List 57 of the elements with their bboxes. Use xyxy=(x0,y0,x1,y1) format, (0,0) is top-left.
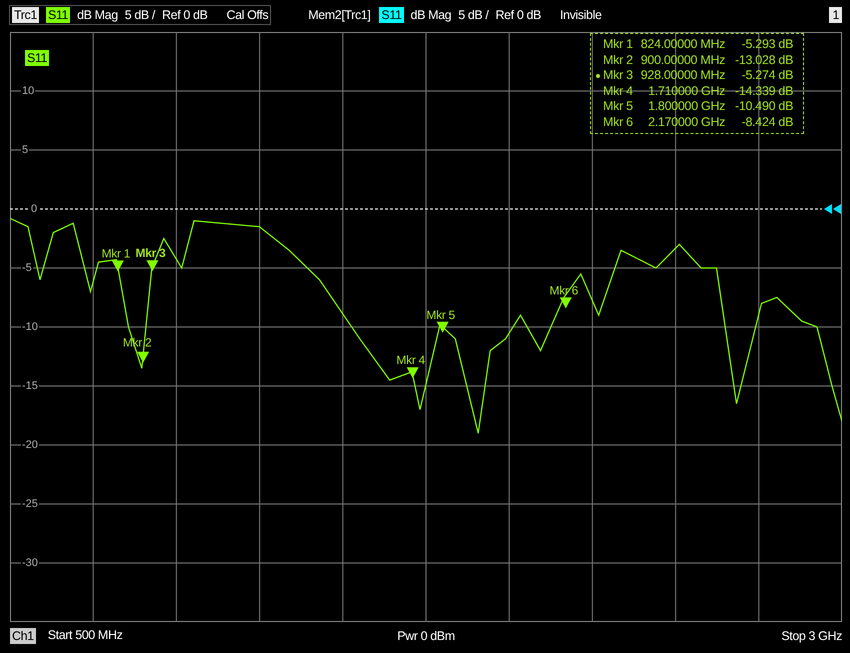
marker-response: -13.028 dB xyxy=(734,52,794,68)
marker-response: -5.274 dB xyxy=(740,68,794,84)
axis-tick-label: 10 xyxy=(21,85,36,97)
axis-tick-label: -10 xyxy=(21,321,39,333)
marker-name: Mkr 1 xyxy=(602,37,633,52)
marker-label: Mkr 1 xyxy=(102,246,130,260)
stop-frequency[interactable]: Stop 3 GHz xyxy=(781,629,842,643)
reference-label[interactable]: Ref 0 dB xyxy=(496,8,541,22)
marker-icon[interactable] xyxy=(406,367,419,378)
status-label: Invisible xyxy=(560,8,602,22)
marker-name: Mkr 6 xyxy=(602,114,633,130)
marker-label: Mkr 5 xyxy=(426,308,455,322)
marker-stimulus: 2.170000 GHz xyxy=(647,114,726,130)
marker-stimulus: 1.710000 GHz xyxy=(647,84,726,99)
marker-icon[interactable] xyxy=(436,322,449,333)
marker-icon[interactable] xyxy=(560,297,572,308)
reference-label[interactable]: Ref 0 dB xyxy=(162,8,208,22)
marker-stimulus: 928.00000 MHz xyxy=(640,68,726,84)
marker-response: -14.339 dB xyxy=(734,84,794,99)
axis-tick-label: -5 xyxy=(21,262,33,274)
marker-stimulus: 1.800000 GHz xyxy=(647,99,726,114)
marker-response: -8.424 dB xyxy=(740,114,794,130)
marker-icon[interactable] xyxy=(146,260,158,272)
channel-label[interactable]: Ch1 xyxy=(10,628,36,644)
marker-icon[interactable] xyxy=(137,352,150,363)
parameter-label[interactable]: S11 xyxy=(379,7,404,23)
marker-response: -10.490 dB xyxy=(734,99,794,114)
axis-tick-label: -20 xyxy=(21,439,39,451)
scale-label[interactable]: 5 dB / xyxy=(124,8,156,22)
axis-tick-label: -30 xyxy=(21,557,39,569)
window-number[interactable]: 1 xyxy=(829,7,842,23)
reference-arrow-icon[interactable] xyxy=(824,204,841,214)
marker-icon[interactable] xyxy=(112,260,124,272)
axis-tick-label: -25 xyxy=(21,498,39,510)
marker-name: Mkr 2 xyxy=(602,52,633,68)
status-label: Cal Offs xyxy=(226,8,268,22)
marker-label: Mkr 4 xyxy=(396,353,425,368)
marker-stimulus: 900.00000 MHz xyxy=(640,52,726,68)
marker-response: -5.293 dB xyxy=(740,37,794,52)
scale-label[interactable]: 5 dB / xyxy=(458,8,488,22)
trace-name[interactable]: Trc1 xyxy=(12,7,39,23)
trace-label: S11 xyxy=(25,50,50,66)
marker-name: Mkr 4 xyxy=(602,84,633,99)
parameter-label[interactable]: S11 xyxy=(46,7,70,23)
start-frequency[interactable]: Start 500 MHz xyxy=(48,628,122,644)
marker-label: Mkr 3 xyxy=(136,246,166,260)
marker-name: Mkr 3 xyxy=(595,68,633,84)
marker-stimulus: 824.00000 MHz xyxy=(640,37,726,52)
format-label[interactable]: dB Mag xyxy=(410,8,452,22)
format-label[interactable]: dB Mag xyxy=(77,8,118,22)
marker-label: Mkr 6 xyxy=(550,283,578,298)
axis-tick-label: 5 xyxy=(21,144,30,156)
power-level[interactable]: Pwr 0 dBm xyxy=(397,629,455,643)
trace-name[interactable]: Mem2[Trc1] xyxy=(306,7,372,23)
marker-name: Mkr 5 xyxy=(602,99,633,114)
axis-tick-label: 0 xyxy=(30,203,38,215)
axis-tick-label: -15 xyxy=(21,380,39,392)
